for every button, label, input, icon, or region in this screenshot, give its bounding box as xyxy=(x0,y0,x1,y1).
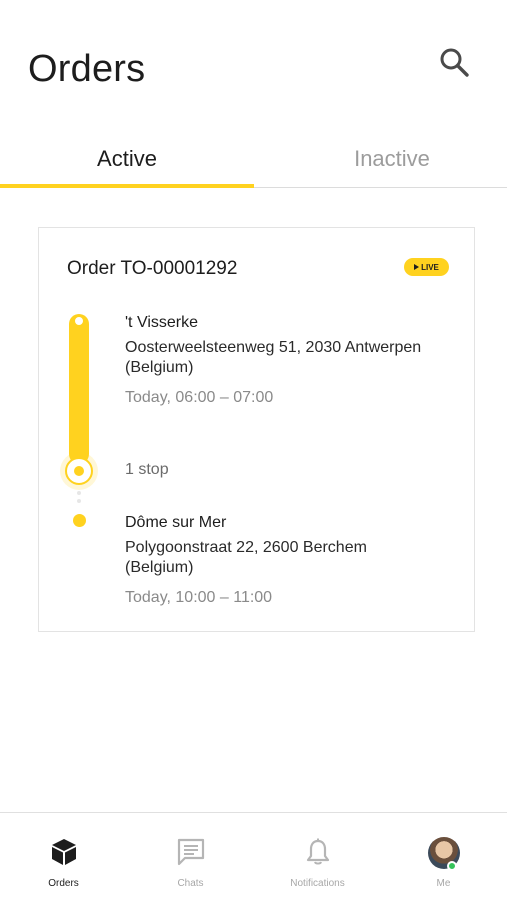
app-header: Orders xyxy=(0,0,507,120)
dropoff-address-line1: Polygoonstraat 22, 2600 Berchem xyxy=(125,539,367,556)
route-start-marker xyxy=(73,315,85,327)
pickup-stop: 't Visserke Oosterweelsteenweg 51, 2030 … xyxy=(125,313,465,408)
nav-me[interactable]: Me xyxy=(380,813,507,900)
tab-active[interactable]: Active xyxy=(0,146,254,186)
pickup-address: Oosterweelsteenweg 51, 2030 Antwerpen (B… xyxy=(125,338,465,378)
nav-notifications[interactable]: Notifications xyxy=(254,813,381,900)
route-current-marker xyxy=(65,457,93,485)
tab-inactive[interactable]: Inactive xyxy=(254,146,507,186)
dropoff-stop: Dôme sur Mer Polygoonstraat 22, 2600 Ber… xyxy=(125,513,465,608)
route-dash xyxy=(77,499,81,503)
order-card[interactable]: Order TO-00001292 LIVE 't Visserke Ooste… xyxy=(38,227,475,632)
nav-me-label: Me xyxy=(436,878,451,889)
nav-orders-label: Orders xyxy=(48,878,79,889)
nav-chats[interactable]: Chats xyxy=(127,813,254,900)
pickup-address-line2: (Belgium) xyxy=(125,359,194,376)
search-icon xyxy=(440,48,469,77)
dropoff-time: Today, 10:00 – 11:00 xyxy=(125,589,273,606)
active-tab-indicator xyxy=(0,184,254,188)
search-button[interactable] xyxy=(434,42,474,82)
bell-icon xyxy=(306,838,329,865)
nav-orders[interactable]: Orders xyxy=(0,813,127,900)
play-icon xyxy=(414,264,420,270)
route-progress-track xyxy=(69,314,89,464)
page-title: Orders xyxy=(28,48,146,90)
pickup-address-line1: Oosterweelsteenweg 51, 2030 Antwerpen xyxy=(125,339,422,356)
dropoff-address: Polygoonstraat 22, 2600 Berchem (Belgium… xyxy=(125,538,465,578)
pickup-time: Today, 06:00 – 07:00 xyxy=(125,389,274,406)
stop-count: 1 stop xyxy=(125,461,169,478)
nav-chats-label: Chats xyxy=(177,878,204,889)
pickup-name: 't Visserke xyxy=(125,314,199,331)
live-badge: LIVE xyxy=(404,258,449,276)
route-end-marker xyxy=(73,514,86,527)
chat-icon xyxy=(177,838,204,866)
dropoff-address-line2: (Belgium) xyxy=(125,559,194,576)
route-current-dot xyxy=(74,466,84,476)
nav-notifications-label: Notifications xyxy=(290,878,345,889)
dropoff-name: Dôme sur Mer xyxy=(125,514,227,531)
live-badge-label: LIVE xyxy=(421,262,439,272)
route-dash xyxy=(77,491,81,495)
order-title: Order TO-00001292 xyxy=(67,258,238,279)
box-icon xyxy=(51,839,76,865)
online-status-dot xyxy=(447,861,457,871)
bottom-navigation: Orders Chats Notifications Me xyxy=(0,812,507,900)
orders-tabs: Active Inactive xyxy=(0,138,507,188)
